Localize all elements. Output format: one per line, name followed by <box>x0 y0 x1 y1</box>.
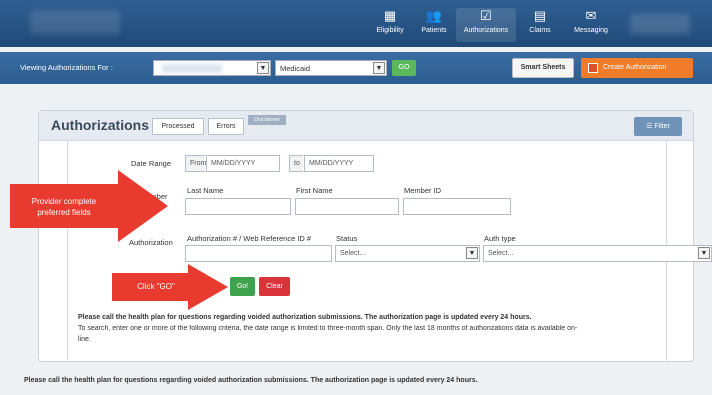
patients-icon: 👥 <box>425 8 443 23</box>
viewing-bar: Viewing Authorizations For : ▼ Medicaid … <box>0 52 712 84</box>
filter-button[interactable]: ☰ Filter <box>634 117 682 136</box>
tab-errors[interactable]: Errors <box>208 118 244 135</box>
to-label: to <box>289 155 303 172</box>
panel-header: Authorizations Processed Errors Disclaim… <box>39 111 693 141</box>
auth-type-label: Auth type <box>484 234 516 243</box>
provider-callout-line1: Provider complete <box>31 197 97 206</box>
create-authorization-label: Create Authorization <box>603 64 667 71</box>
claims-icon: ▤ <box>533 8 547 23</box>
top-navigation-bar: ▦ Eligibility 👥 Patients ☑ Authorization… <box>0 0 712 47</box>
plan-select[interactable]: Medicaid ▼ <box>275 60 387 76</box>
nav-item-label: Claims <box>529 27 551 34</box>
from-label: From <box>185 155 206 172</box>
to-date-input[interactable]: MM/DD/YYYY <box>304 155 374 172</box>
auth-type-select-value: Select... <box>488 250 514 257</box>
authorizations-icon: ☑ <box>480 8 492 23</box>
clear-button[interactable]: Clear <box>259 277 290 296</box>
tab-processed[interactable]: Processed <box>152 118 204 135</box>
last-name-label: Last Name <box>187 186 224 195</box>
search-instructions-cont: line. <box>78 336 91 343</box>
auth-type-select[interactable]: Select... ▼ <box>483 245 712 262</box>
chevron-down-icon: ▼ <box>257 62 269 74</box>
create-authorization-button[interactable]: Create Authorization <box>581 58 693 78</box>
provider-callout-line2: preferred fields <box>37 208 91 217</box>
status-label: Status <box>336 234 358 243</box>
viewing-label: Viewing Authorizations For : <box>20 63 113 72</box>
member-id-label: Member ID <box>404 186 442 195</box>
from-date-input[interactable]: MM/DD/YYYY <box>206 155 280 172</box>
go-button[interactable]: Go! <box>230 277 255 296</box>
plus-icon <box>588 63 598 73</box>
nav-item-label: Authorizations <box>463 27 509 34</box>
redacted-member-name <box>162 64 222 73</box>
nav-item-messaging[interactable]: ✉ Messaging <box>562 8 620 42</box>
user-profile-menu[interactable] <box>630 14 690 34</box>
voided-note: Please call the health plan for question… <box>78 314 532 321</box>
go-callout-text: Click "GO" <box>137 282 175 291</box>
status-select-value: Select... <box>340 250 366 257</box>
nav-item-patients[interactable]: 👥 Patients <box>408 8 460 42</box>
footer-note: Please call the health plan for question… <box>24 377 478 384</box>
page-title: Authorizations <box>51 117 149 133</box>
nav-item-claims[interactable]: ▤ Claims <box>514 8 566 42</box>
nav-item-authorizations[interactable]: ☑ Authorizations <box>456 8 516 42</box>
viewing-go-button[interactable]: GO <box>392 60 416 76</box>
search-instructions: To search, enter one or more of the foll… <box>78 325 578 332</box>
auth-number-input[interactable] <box>185 245 332 262</box>
date-range-label: Date Range <box>131 159 172 168</box>
disclaimer-button[interactable]: Disclaimer <box>248 115 286 125</box>
chevron-down-icon: ▼ <box>698 247 710 259</box>
chevron-down-icon: ▼ <box>373 62 385 74</box>
smart-sheets-button[interactable]: Smart Sheets <box>512 58 574 78</box>
member-id-input[interactable] <box>403 198 511 215</box>
status-select[interactable]: Select... ▼ <box>335 245 480 262</box>
first-name-input[interactable] <box>295 198 399 215</box>
chevron-down-icon: ▼ <box>466 247 478 259</box>
nav-item-label: Messaging <box>574 27 608 34</box>
logo <box>30 10 120 34</box>
auth-number-label: Authorization # / Web Reference ID # <box>187 234 312 243</box>
last-name-input[interactable] <box>185 198 291 215</box>
filter-label: Filter <box>654 123 670 130</box>
plan-select-value: Medicaid <box>280 64 311 73</box>
nav-item-label: Patients <box>421 27 447 34</box>
envelope-icon: ✉ <box>585 8 597 23</box>
first-name-label: First Name <box>296 186 333 195</box>
member-select[interactable]: ▼ <box>153 60 271 76</box>
